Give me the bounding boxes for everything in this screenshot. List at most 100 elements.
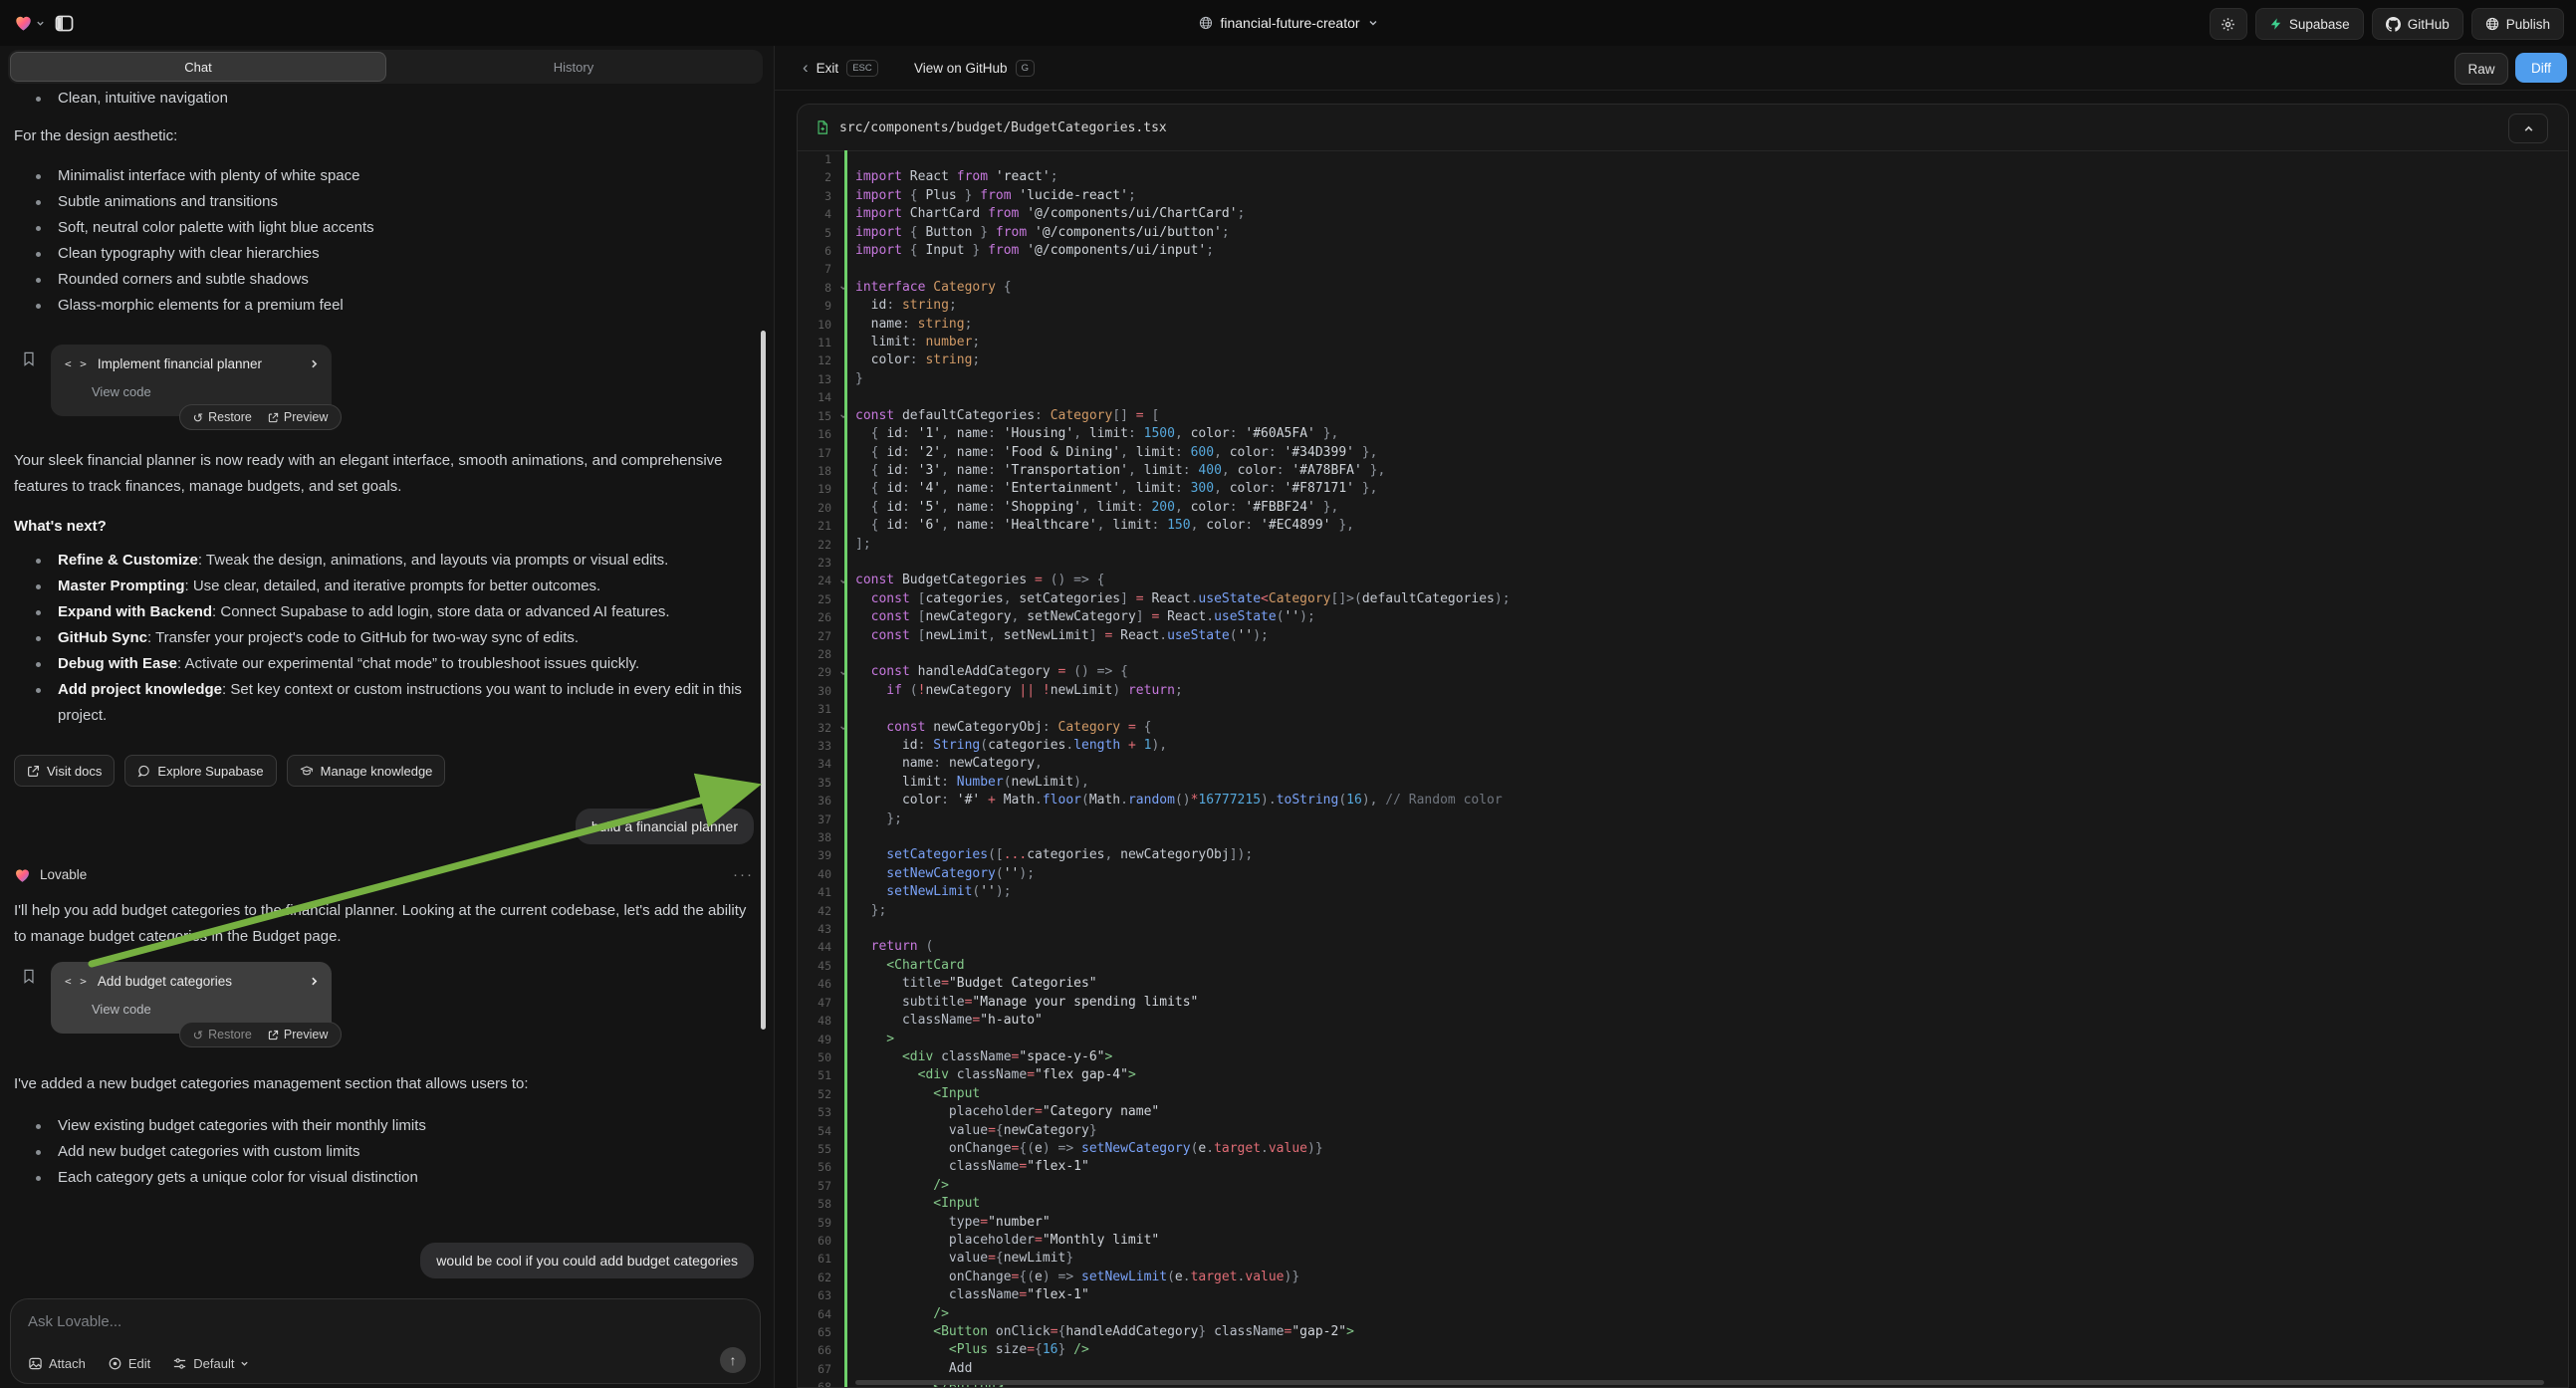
code-line: 56 className="flex-1" — [798, 1158, 2568, 1176]
message-options-button[interactable]: ··· — [733, 866, 754, 883]
project-switcher[interactable]: financial-future-creator — [1198, 0, 1377, 46]
supabase-bolt-icon — [2269, 17, 2282, 31]
code-line: 39 setCategories([...categories, newCate… — [798, 846, 2568, 864]
chevron-down-icon — [36, 19, 45, 28]
code-line: 54 value={newCategory} — [798, 1122, 2568, 1140]
view-code-link[interactable]: View code — [92, 1002, 151, 1017]
edit-mode-button[interactable]: Edit — [108, 1356, 150, 1371]
restore-button[interactable]: ↺Restore — [193, 1028, 252, 1042]
horizontal-scrollbar[interactable] — [855, 1380, 2544, 1385]
fold-chevron-icon[interactable] — [831, 407, 855, 425]
chat-input[interactable]: Ask Lovable... — [28, 1313, 121, 1330]
fold-chevron-icon[interactable] — [831, 719, 855, 737]
added-bullet-list: View existing budget categories with the… — [0, 1113, 758, 1191]
list-item: Debug with Ease: Activate our experiment… — [0, 651, 758, 677]
globe-icon — [2485, 17, 2499, 31]
chat-scrollbar-thumb[interactable] — [761, 331, 766, 1030]
code-header: ‹ Exit ESC View on GitHub G Raw Diff — [775, 46, 2576, 91]
app-window: financial-future-creator Supabase GitHub — [0, 0, 2576, 1388]
supabase-label: Supabase — [2289, 17, 2350, 32]
code-line: 55 onChange={(e) => setNewCategory(e.tar… — [798, 1140, 2568, 1158]
sliders-icon — [172, 1356, 187, 1371]
code-line: 63 className="flex-1" — [798, 1286, 2568, 1304]
arrow-up-icon: ↑ — [730, 1352, 737, 1368]
exit-button[interactable]: ‹ Exit ESC — [803, 46, 878, 90]
code-line: 19 { id: '4', name: 'Entertainment', lim… — [798, 480, 2568, 498]
fold-chevron-icon[interactable] — [831, 663, 855, 681]
fold-chevron-icon[interactable] — [831, 572, 855, 589]
aesthetic-intro: For the design aesthetic: — [0, 123, 758, 149]
version-card-title: Implement financial planner — [98, 356, 262, 371]
list-item: Expand with Backend: Connect Supabase to… — [0, 599, 758, 625]
publish-button[interactable]: Publish — [2471, 8, 2564, 40]
code-line: 17 { id: '2', name: 'Food & Dining', lim… — [798, 444, 2568, 462]
list-item: Minimalist interface with plenty of whit… — [0, 163, 758, 189]
list-item: Glass-morphic elements for a premium fee… — [0, 293, 758, 319]
project-name: financial-future-creator — [1220, 15, 1359, 31]
bookmark-icon[interactable] — [22, 968, 36, 985]
fold-chevron-icon[interactable] — [831, 279, 855, 297]
explore-supabase-button[interactable]: Explore Supabase — [124, 755, 276, 787]
list-item: Soft, neutral color palette with light b… — [0, 215, 758, 241]
collapse-file-button[interactable] — [2508, 114, 2548, 143]
code-line: 32 const newCategoryObj: Category = { — [798, 719, 2568, 737]
tab-chat[interactable]: Chat — [10, 52, 386, 82]
diff-toggle-button[interactable]: Diff — [2515, 53, 2567, 83]
preview-button[interactable]: Preview — [268, 1028, 328, 1041]
chevron-down-icon — [240, 1359, 249, 1368]
code-line: 34 name: newCategory, — [798, 755, 2568, 773]
code-line: 28 — [798, 645, 2568, 663]
code-line: 46 title="Budget Categories" — [798, 975, 2568, 993]
gear-icon — [2221, 17, 2235, 32]
code-line: 15const defaultCategories: Category[] = … — [798, 407, 2568, 425]
composer[interactable]: Ask Lovable... Attach Edit Default ↑ — [10, 1298, 761, 1384]
code-line: 12 color: string; — [798, 351, 2568, 369]
code-line: 44 return ( — [798, 938, 2568, 956]
lovable-logo-heart-icon[interactable] — [14, 14, 45, 32]
file-path: src/components/budget/BudgetCategories.t… — [839, 120, 1167, 135]
settings-button[interactable] — [2210, 8, 2247, 40]
github-button[interactable]: GitHub — [2372, 8, 2463, 40]
chat-panel: Chat History Clean, intuitive navigation… — [0, 46, 775, 1388]
chevron-right-icon — [309, 976, 320, 987]
code-line: 29 const handleAddCategory = () => { — [798, 663, 2568, 681]
code-line: 7 — [798, 260, 2568, 278]
code-line: 52 <Input — [798, 1085, 2568, 1103]
view-on-github-button[interactable]: View on GitHub G — [914, 46, 1035, 90]
tab-history[interactable]: History — [386, 52, 761, 82]
lovable-heart-icon — [14, 867, 31, 883]
mode-select[interactable]: Default — [172, 1356, 249, 1371]
code-line: 61 value={newLimit} — [798, 1250, 2568, 1268]
visit-docs-button[interactable]: Visit docs — [14, 755, 115, 787]
github-label: GitHub — [2408, 17, 2450, 32]
send-button[interactable]: ↑ — [720, 1347, 746, 1373]
code-line: 35 limit: Number(newLimit), — [798, 774, 2568, 792]
manage-knowledge-button[interactable]: Manage knowledge — [287, 755, 446, 787]
attach-button[interactable]: Attach — [28, 1356, 86, 1371]
supabase-button[interactable]: Supabase — [2255, 8, 2364, 40]
restore-preview-pill: ↺Restore Preview — [179, 1022, 342, 1047]
list-item: Subtle animations and transitions — [0, 189, 758, 215]
code-body[interactable]: 12import React from 'react';3import { Pl… — [798, 150, 2568, 1387]
list-item: Rounded corners and subtle shadows — [0, 267, 758, 293]
ready-paragraph: Your sleek financial planner is now read… — [0, 448, 758, 500]
code-line: 47 subtitle="Manage your spending limits… — [798, 994, 2568, 1012]
code-tag-icon: < > — [65, 975, 88, 988]
code-line: 31 — [798, 700, 2568, 718]
sidebar-toggle-icon[interactable] — [55, 15, 74, 32]
bookmark-icon[interactable] — [22, 350, 36, 367]
view-code-link[interactable]: View code — [92, 384, 151, 399]
user-message-bubble: would be cool if you could add budget ca… — [420, 1243, 754, 1278]
preview-button[interactable]: Preview — [268, 410, 328, 424]
restore-preview-pill: ↺Restore Preview — [179, 404, 342, 430]
raw-toggle-button[interactable]: Raw — [2455, 53, 2508, 85]
esc-key-badge: ESC — [846, 60, 878, 77]
code-line: 13} — [798, 370, 2568, 388]
code-line: 14 — [798, 388, 2568, 406]
restore-button[interactable]: ↺Restore — [193, 410, 252, 425]
added-paragraph: I've added a new budget categories manag… — [0, 1071, 758, 1097]
user-message-bubble: build a financial planner — [576, 809, 754, 844]
code-line: 40 setNewCategory(''); — [798, 865, 2568, 883]
code-line: 60 placeholder="Monthly limit" — [798, 1232, 2568, 1250]
code-line: 43 — [798, 920, 2568, 938]
